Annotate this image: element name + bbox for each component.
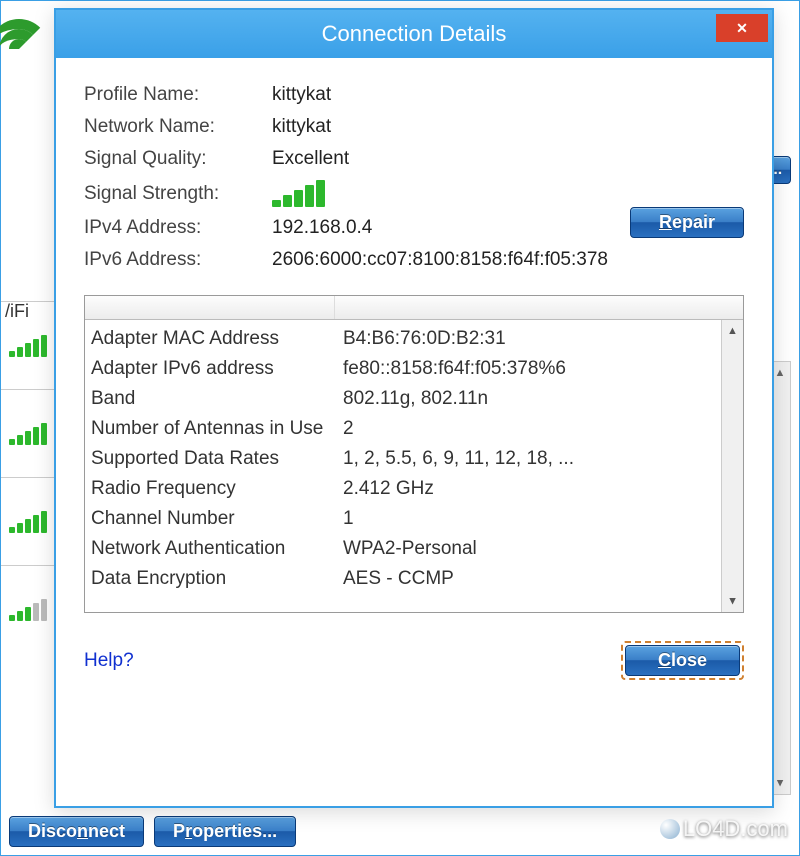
table-row[interactable]: Data EncryptionAES - CCMP — [91, 564, 743, 594]
close-icon[interactable] — [716, 14, 768, 42]
wifi-logo-icon — [0, 11, 61, 91]
dialog-titlebar[interactable]: Connection Details — [56, 10, 772, 58]
detail-key: Data Encryption — [91, 564, 343, 594]
properties-button[interactable]: Properties... — [154, 816, 296, 847]
signal-bars-icon — [9, 599, 47, 621]
table-row[interactable]: Radio Frequency2.412 GHz — [91, 474, 743, 504]
signal-quality-label: Signal Quality: — [84, 148, 272, 170]
network-name-label: Network Name: — [84, 116, 272, 138]
table-row[interactable]: Band802.11g, 802.11n — [91, 384, 743, 414]
detail-key: Radio Frequency — [91, 474, 343, 504]
table-row[interactable]: Network AuthenticationWPA2-Personal — [91, 534, 743, 564]
detail-value: 1 — [343, 504, 743, 534]
help-link[interactable]: Help? — [84, 650, 134, 672]
repair-button[interactable]: Repair — [630, 207, 744, 238]
table-row[interactable]: Supported Data Rates1, 2, 5.5, 6, 9, 11,… — [91, 444, 743, 474]
details-table: Adapter MAC AddressB4:B6:76:0D:B2:31Adap… — [84, 295, 744, 613]
list-item[interactable] — [1, 301, 61, 389]
detail-value: 2.412 GHz — [343, 474, 743, 504]
disconnect-button[interactable]: Disconnect — [9, 816, 144, 847]
scroll-up-icon[interactable]: ▲ — [722, 320, 743, 342]
detail-key: Adapter MAC Address — [91, 324, 343, 354]
table-row[interactable]: Number of Antennas in Use2 — [91, 414, 743, 444]
detail-key: Network Authentication — [91, 534, 343, 564]
list-item[interactable] — [1, 477, 61, 565]
profile-name-value: kittykat — [272, 84, 744, 106]
detail-value: 1, 2, 5.5, 6, 9, 11, 12, 18, ... — [343, 444, 743, 474]
detail-key: Number of Antennas in Use — [91, 414, 343, 444]
detail-key: Channel Number — [91, 504, 343, 534]
detail-value: fe80::8158:f64f:f05:378%6 — [343, 354, 743, 384]
signal-quality-value: Excellent — [272, 148, 744, 170]
network-name-value: kittykat — [272, 116, 744, 138]
signal-bars-icon — [9, 511, 47, 533]
connection-details-dialog: Connection Details Profile Name: kittyka… — [54, 8, 774, 808]
detail-value: WPA2-Personal — [343, 534, 743, 564]
details-header[interactable] — [85, 296, 743, 320]
ipv4-label: IPv4 Address: — [84, 217, 272, 239]
detail-value: 802.11g, 802.11n — [343, 384, 743, 414]
dialog-title: Connection Details — [322, 21, 507, 47]
detail-value: AES - CCMP — [343, 564, 743, 594]
close-button[interactable]: Close — [625, 645, 740, 676]
ipv6-label: IPv6 Address: — [84, 249, 272, 271]
list-item[interactable] — [1, 389, 61, 477]
scroll-down-icon[interactable]: ▲ — [722, 590, 743, 612]
signal-strength-label: Signal Strength: — [84, 183, 272, 205]
table-row[interactable]: Adapter IPv6 addressfe80::8158:f64f:f05:… — [91, 354, 743, 384]
detail-value: B4:B6:76:0D:B2:31 — [343, 324, 743, 354]
signal-bars-icon — [9, 335, 47, 357]
details-scrollbar[interactable]: ▲ ▲ — [721, 320, 743, 612]
ipv6-value: 2606:6000:cc07:8100:8158:f64f:f05:378 — [272, 249, 744, 271]
background-network-list — [1, 301, 61, 653]
table-row[interactable]: Adapter MAC AddressB4:B6:76:0D:B2:31 — [91, 324, 743, 354]
list-item[interactable] — [1, 565, 61, 653]
detail-value: 2 — [343, 414, 743, 444]
profile-name-label: Profile Name: — [84, 84, 272, 106]
signal-bars-icon — [272, 180, 744, 207]
signal-bars-icon — [9, 423, 47, 445]
table-row[interactable]: Channel Number1 — [91, 504, 743, 534]
detail-key: Band — [91, 384, 343, 414]
detail-key: Adapter IPv6 address — [91, 354, 343, 384]
detail-key: Supported Data Rates — [91, 444, 343, 474]
